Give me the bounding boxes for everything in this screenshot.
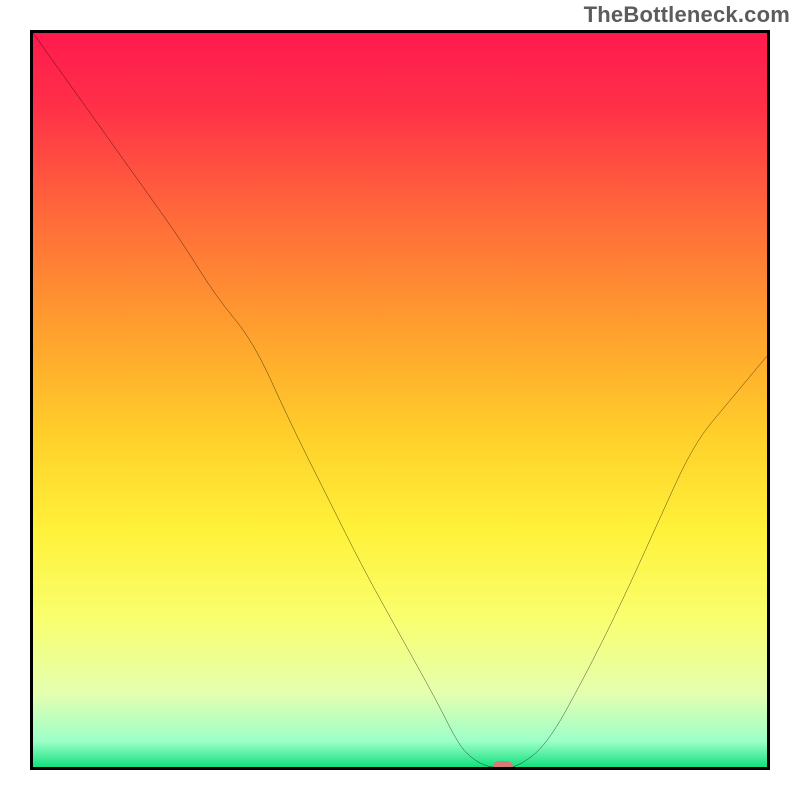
chart-container: TheBottleneck.com — [0, 0, 800, 800]
plot-area — [30, 30, 770, 770]
bottleneck-curve — [33, 33, 767, 767]
current-point-marker — [493, 761, 513, 770]
watermark-text: TheBottleneck.com — [584, 2, 790, 28]
